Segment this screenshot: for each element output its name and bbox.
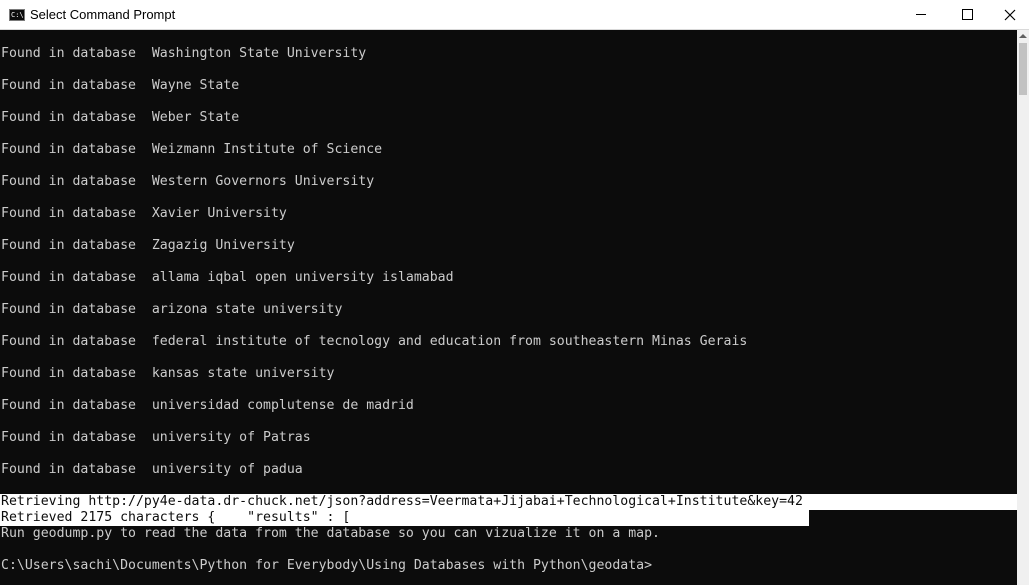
maximize-icon: [961, 9, 973, 20]
console-line: Found in database federal institute of t…: [1, 334, 748, 349]
window-title: Select Command Prompt: [30, 7, 176, 22]
console-line-selected: Retrieved 2175 characters { "results" : …: [1, 510, 351, 525]
minimize-icon: [916, 14, 926, 15]
vertical-scrollbar[interactable]: [1017, 30, 1029, 585]
console-line: Found in database arizona state universi…: [1, 302, 343, 317]
console-line: Found in database university of padua: [1, 462, 303, 477]
console-line: Run geodump.py to read the data from the…: [1, 526, 660, 541]
console-line: Found in database Weizmann Institute of …: [1, 142, 383, 157]
console-line: Found in database Western Governors Univ…: [1, 174, 375, 189]
scroll-up-button[interactable]: [1017, 30, 1029, 42]
console-line-selected: Retrieving http://py4e-data.dr-chuck.net…: [1, 494, 803, 509]
console-line: Found in database university of Patras: [1, 430, 311, 445]
console-line: Found in database Wayne State: [1, 78, 240, 93]
console-line: Found in database Xavier University: [1, 206, 287, 221]
cmd-icon: C:\: [9, 9, 25, 21]
title-bar: C:\ Select Command Prompt: [0, 0, 1029, 30]
console-line: Found in database allama iqbal open univ…: [1, 270, 454, 285]
console-output[interactable]: Found in database Washington State Unive…: [0, 30, 1017, 585]
minimize-button[interactable]: [898, 0, 944, 29]
close-button[interactable]: [990, 0, 1029, 29]
console-line: Found in database universidad complutens…: [1, 398, 414, 413]
maximize-button[interactable]: [944, 0, 990, 29]
chevron-up-icon: [1019, 34, 1027, 38]
scroll-thumb[interactable]: [1019, 43, 1027, 95]
close-icon: [1004, 9, 1015, 20]
console-line: Found in database kansas state universit…: [1, 366, 335, 381]
command-prompt-line[interactable]: C:\Users\sachi\Documents\Python for Ever…: [1, 558, 652, 574]
console-line: Found in database Weber State: [1, 110, 240, 125]
console-line: Found in database Zagazig University: [1, 238, 295, 253]
console-line: Found in database Washington State Unive…: [1, 46, 367, 61]
